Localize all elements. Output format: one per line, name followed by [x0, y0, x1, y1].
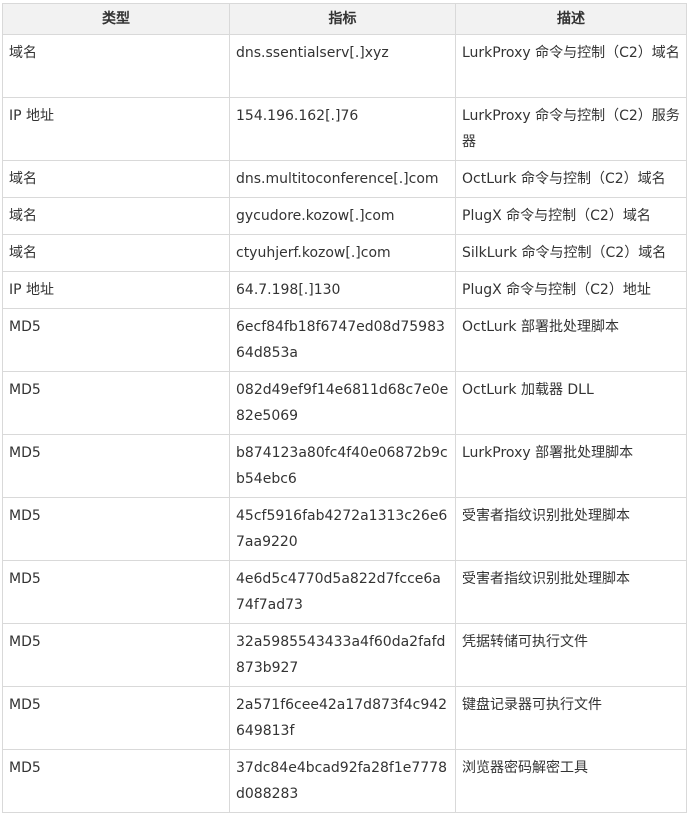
header-type: 类型 — [2, 3, 230, 35]
table-row: MD5 b874123a80fc4f40e06872b9cb54ebc6 Lur… — [2, 434, 687, 498]
cell-type: IP 地址 — [2, 97, 230, 161]
cell-description: 浏览器密码解密工具 — [455, 749, 687, 813]
cell-description: 受害者指纹识别批处理脚本 — [455, 497, 687, 561]
cell-indicator: 64.7.198[.]130 — [229, 271, 456, 309]
cell-type: MD5 — [2, 560, 230, 624]
cell-indicator: 45cf5916fab4272a1313c26e67aa9220 — [229, 497, 456, 561]
cell-indicator: 2a571f6cee42a17d873f4c942649813f — [229, 686, 456, 750]
cell-description: OctLurk 部署批处理脚本 — [455, 308, 687, 372]
table-body: 域名 dns.ssentialserv[.]xyz LurkProxy 命令与控… — [2, 34, 687, 813]
cell-type: MD5 — [2, 371, 230, 435]
cell-indicator: b874123a80fc4f40e06872b9cb54ebc6 — [229, 434, 456, 498]
header-row: 类型 指标 描述 — [2, 3, 687, 35]
table-row: MD5 37dc84e4bcad92fa28f1e7778d088283 浏览器… — [2, 749, 687, 813]
table-row: MD5 6ecf84fb18f6747ed08d7598364d853a Oct… — [2, 308, 687, 372]
cell-indicator: 154.196.162[.]76 — [229, 97, 456, 161]
ioc-table: 类型 指标 描述 域名 dns.ssentialserv[.]xyz LurkP… — [2, 3, 687, 813]
table-row: MD5 32a5985543433a4f60da2fafd873b927 凭据转… — [2, 623, 687, 687]
cell-indicator: 6ecf84fb18f6747ed08d7598364d853a — [229, 308, 456, 372]
cell-type: IP 地址 — [2, 271, 230, 309]
table-row: 域名 dns.multitoconference[.]com OctLurk 命… — [2, 160, 687, 198]
cell-indicator: 37dc84e4bcad92fa28f1e7778d088283 — [229, 749, 456, 813]
cell-indicator: dns.multitoconference[.]com — [229, 160, 456, 198]
cell-description: LurkProxy 命令与控制（C2）域名 — [455, 34, 687, 98]
cell-description: SilkLurk 命令与控制（C2）域名 — [455, 234, 687, 272]
cell-description: 凭据转储可执行文件 — [455, 623, 687, 687]
cell-type: 域名 — [2, 234, 230, 272]
cell-type: 域名 — [2, 160, 230, 198]
cell-type: MD5 — [2, 686, 230, 750]
cell-indicator: 32a5985543433a4f60da2fafd873b927 — [229, 623, 456, 687]
cell-indicator: ctyuhjerf.kozow[.]com — [229, 234, 456, 272]
cell-description: PlugX 命令与控制（C2）地址 — [455, 271, 687, 309]
cell-type: MD5 — [2, 623, 230, 687]
cell-description: LurkProxy 命令与控制（C2）服务器 — [455, 97, 687, 161]
header-description: 描述 — [455, 3, 687, 35]
cell-type: MD5 — [2, 749, 230, 813]
table-row: IP 地址 154.196.162[.]76 LurkProxy 命令与控制（C… — [2, 97, 687, 161]
cell-description: OctLurk 命令与控制（C2）域名 — [455, 160, 687, 198]
cell-description: 键盘记录器可执行文件 — [455, 686, 687, 750]
table-row: MD5 082d49ef9f14e6811d68c7e0e82e5069 Oct… — [2, 371, 687, 435]
cell-description: PlugX 命令与控制（C2）域名 — [455, 197, 687, 235]
table-row: 域名 ctyuhjerf.kozow[.]com SilkLurk 命令与控制（… — [2, 234, 687, 272]
cell-description: LurkProxy 部署批处理脚本 — [455, 434, 687, 498]
table-row: 域名 gycudore.kozow[.]com PlugX 命令与控制（C2）域… — [2, 197, 687, 235]
table-row: MD5 45cf5916fab4272a1313c26e67aa9220 受害者… — [2, 497, 687, 561]
table-row: MD5 4e6d5c4770d5a822d7fcce6a74f7ad73 受害者… — [2, 560, 687, 624]
table-row: MD5 2a571f6cee42a17d873f4c942649813f 键盘记… — [2, 686, 687, 750]
cell-type: 域名 — [2, 34, 230, 98]
table-row: IP 地址 64.7.198[.]130 PlugX 命令与控制（C2）地址 — [2, 271, 687, 309]
cell-indicator: 082d49ef9f14e6811d68c7e0e82e5069 — [229, 371, 456, 435]
cell-type: 域名 — [2, 197, 230, 235]
header-indicator: 指标 — [229, 3, 456, 35]
cell-indicator: dns.ssentialserv[.]xyz — [229, 34, 456, 98]
cell-description: OctLurk 加载器 DLL — [455, 371, 687, 435]
cell-type: MD5 — [2, 434, 230, 498]
table-row: 域名 dns.ssentialserv[.]xyz LurkProxy 命令与控… — [2, 34, 687, 98]
cell-indicator: gycudore.kozow[.]com — [229, 197, 456, 235]
cell-type: MD5 — [2, 497, 230, 561]
cell-type: MD5 — [2, 308, 230, 372]
cell-description: 受害者指纹识别批处理脚本 — [455, 560, 687, 624]
cell-indicator: 4e6d5c4770d5a822d7fcce6a74f7ad73 — [229, 560, 456, 624]
table-header: 类型 指标 描述 — [2, 3, 687, 35]
